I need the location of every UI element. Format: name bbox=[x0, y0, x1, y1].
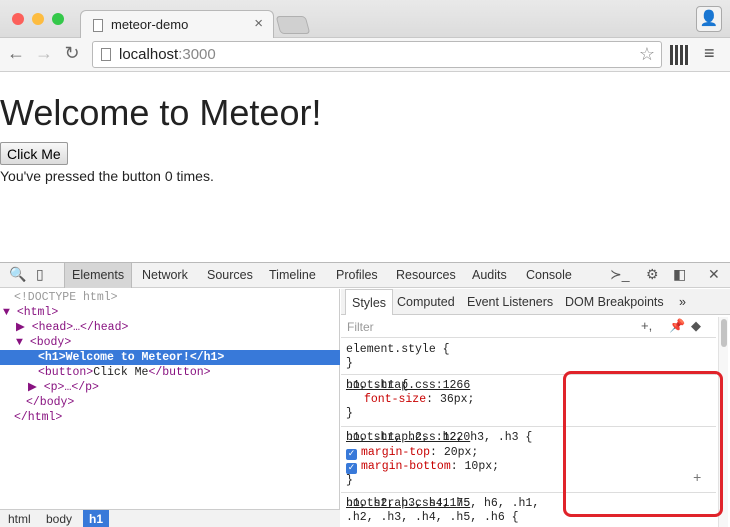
styles-tabbar: Styles Computed Event Listeners DOM Brea… bbox=[341, 289, 730, 315]
property-value: 20px; bbox=[443, 446, 479, 459]
minimize-window-button[interactable] bbox=[32, 13, 44, 25]
rule-selector-continued: .h2, .h3, .h4, .h5, .h6 { bbox=[346, 511, 519, 524]
dom-tree[interactable]: <!DOCTYPE html> ▼ <html> ▶ <head>…</head… bbox=[0, 289, 340, 509]
doctype-text: <!DOCTYPE html> bbox=[14, 291, 118, 304]
filter-input[interactable]: Filter bbox=[347, 320, 374, 334]
dom-node-p[interactable]: ▶ <p>…</p> bbox=[0, 380, 340, 395]
tab-event-listeners[interactable]: Event Listeners bbox=[461, 289, 559, 315]
rule-element-style[interactable]: element.style { } bbox=[341, 339, 716, 375]
back-icon[interactable]: ← bbox=[6, 43, 26, 64]
tab-title: meteor-demo bbox=[111, 17, 189, 32]
search-icon[interactable]: 🔍 bbox=[9, 266, 26, 283]
h1-tag: <h1>Welcome to Meteor!</h1> bbox=[38, 351, 225, 364]
dock-side-icon[interactable]: ◧ bbox=[673, 266, 686, 283]
tab-network[interactable]: Network bbox=[135, 263, 195, 288]
qr-code-icon[interactable] bbox=[670, 45, 690, 65]
breadcrumb-body[interactable]: body bbox=[40, 510, 78, 527]
html-open-tag: <html> bbox=[16, 306, 59, 319]
dom-node-head[interactable]: ▶ <head>…</head> bbox=[0, 320, 340, 335]
dom-node-html[interactable]: ▼ <html> bbox=[0, 305, 340, 320]
tab-sources[interactable]: Sources bbox=[200, 263, 260, 288]
browser-tab[interactable]: meteor-demo × bbox=[80, 10, 274, 39]
browser-titlebar: meteor-demo × 👤 bbox=[0, 0, 730, 39]
p-tag: <p>…</p> bbox=[43, 381, 99, 394]
zoom-window-button[interactable] bbox=[52, 13, 64, 25]
css-property[interactable]: ✓ margin-bottom: 10px; bbox=[346, 460, 499, 474]
dom-node-body[interactable]: ▼ <body> bbox=[0, 335, 340, 350]
rule-close: } bbox=[346, 474, 353, 487]
close-window-button[interactable] bbox=[12, 13, 24, 25]
dom-node-h1-selected[interactable]: <h1>Welcome to Meteor!</h1> bbox=[0, 350, 340, 365]
page-heading: Welcome to Meteor! bbox=[0, 92, 322, 133]
new-tab-button[interactable] bbox=[275, 16, 311, 34]
head-tag: <head>…</head> bbox=[31, 321, 129, 334]
url-port: :3000 bbox=[178, 46, 216, 63]
address-bar[interactable]: localhost:3000 ☆ bbox=[92, 41, 662, 68]
forward-icon[interactable]: → bbox=[34, 43, 54, 64]
counter-text: You've pressed the button 0 times. bbox=[0, 168, 214, 184]
url-host: localhost bbox=[119, 46, 179, 63]
toggle-state-icon[interactable]: ◆ bbox=[691, 318, 701, 334]
menu-icon[interactable]: ≡ bbox=[704, 43, 715, 64]
body-open-tag: <body> bbox=[29, 336, 72, 349]
tab-console[interactable]: Console bbox=[519, 263, 579, 288]
scrollbar-thumb[interactable] bbox=[721, 319, 727, 347]
tab-styles[interactable]: Styles bbox=[345, 289, 394, 315]
tab-dom-breakpoints[interactable]: DOM Breakpoints bbox=[559, 289, 670, 315]
button-text: Click Me bbox=[93, 366, 149, 379]
device-mode-icon[interactable]: ▯ bbox=[36, 266, 44, 283]
dom-node-button[interactable]: <button>Click Me</button> bbox=[0, 365, 340, 380]
profile-icon[interactable]: 👤 bbox=[696, 6, 722, 32]
html-close-tag: </html> bbox=[14, 411, 63, 424]
dom-node-body-close[interactable]: </body> bbox=[0, 395, 340, 410]
highlight-annotation bbox=[563, 371, 723, 517]
tab-timeline[interactable]: Timeline bbox=[262, 263, 323, 288]
property-value: 36px; bbox=[439, 393, 475, 406]
new-style-rule-icon[interactable]: +, bbox=[641, 318, 652, 333]
breadcrumb-html[interactable]: html bbox=[2, 510, 37, 527]
property-checkbox[interactable]: ✓ bbox=[346, 449, 357, 460]
property-checkbox[interactable]: ✓ bbox=[346, 463, 357, 474]
button-close-tag: </button> bbox=[148, 366, 211, 379]
more-tabs-icon[interactable]: » bbox=[673, 289, 692, 315]
bookmark-star-icon[interactable]: ☆ bbox=[639, 44, 655, 65]
tab-audits[interactable]: Audits bbox=[465, 263, 514, 288]
dom-node-html-close[interactable]: </html> bbox=[0, 410, 340, 425]
css-property[interactable]: font-size: 36px; bbox=[364, 393, 474, 407]
body-close-tag: </body> bbox=[26, 396, 75, 409]
tab-elements[interactable]: Elements bbox=[64, 263, 133, 288]
styles-filter-bar: Filter +, 📌 ◆ bbox=[341, 316, 716, 338]
browser-toolbar: ← → ↻ localhost:3000 ☆ ≡ bbox=[0, 38, 730, 72]
rule-close: } bbox=[346, 407, 353, 420]
breadcrumb-h1[interactable]: h1 bbox=[83, 510, 110, 527]
property-value: 10px; bbox=[464, 460, 500, 473]
tab-resources[interactable]: Resources bbox=[389, 263, 463, 288]
url-text: localhost:3000 bbox=[119, 46, 216, 63]
click-me-button[interactable]: Click Me bbox=[0, 142, 68, 165]
reload-icon[interactable]: ↻ bbox=[62, 43, 82, 64]
property-name: font-size bbox=[364, 393, 427, 406]
property-name: margin-top bbox=[361, 446, 431, 459]
tab-profiles[interactable]: Profiles bbox=[329, 263, 385, 288]
page-icon bbox=[93, 19, 103, 32]
devtools-toolbar: 🔍 ▯ Elements Network Sources Timeline Pr… bbox=[0, 262, 730, 288]
tab-computed[interactable]: Computed bbox=[391, 289, 461, 315]
dom-node-doctype[interactable]: <!DOCTYPE html> bbox=[0, 290, 340, 305]
breadcrumb: html body h1 bbox=[0, 509, 340, 527]
css-property[interactable]: ✓ margin-top: 20px; bbox=[346, 446, 478, 460]
gear-icon[interactable]: ⚙ bbox=[646, 266, 659, 283]
property-name: margin-bottom bbox=[361, 460, 451, 473]
page-icon bbox=[101, 48, 111, 61]
close-devtools-icon[interactable]: ✕ bbox=[708, 266, 720, 283]
rule-close: } bbox=[346, 357, 353, 370]
pin-icon[interactable]: 📌 bbox=[669, 318, 685, 334]
close-tab-icon[interactable]: × bbox=[254, 15, 263, 32]
button-open-tag: <button> bbox=[38, 366, 94, 379]
console-drawer-icon[interactable]: ≻_ bbox=[610, 266, 630, 283]
rule-selector: element.style { bbox=[346, 343, 450, 356]
